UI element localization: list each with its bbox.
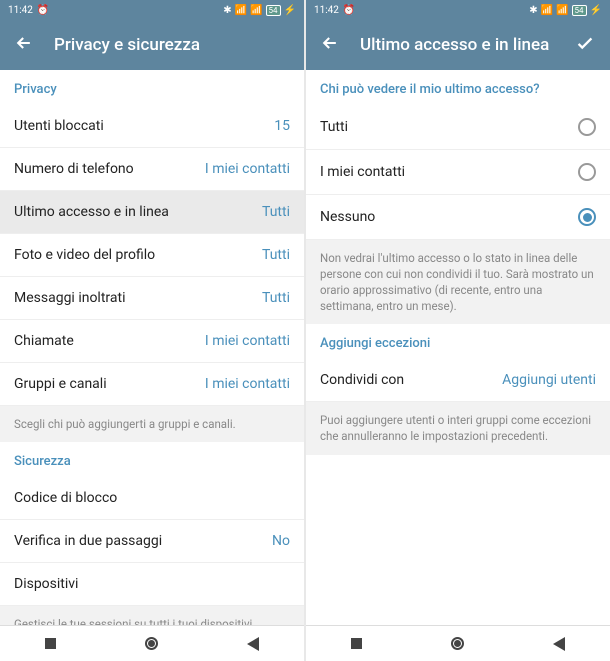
status-bar: 11:42 ⏰ ✱ 📶 📶 54 ⚡ — [0, 0, 304, 20]
label: Tutti — [320, 119, 348, 135]
nav-recent[interactable] — [41, 634, 61, 654]
nav-bar — [306, 625, 610, 661]
charging-icon: ⚡ — [284, 5, 296, 16]
row-profile-photo[interactable]: Foto e video del profilo Tutti — [0, 234, 304, 277]
label: Utenti bloccati — [14, 118, 104, 134]
battery-icon: 54 — [266, 5, 281, 16]
option-nobody[interactable]: Nessuno — [306, 195, 610, 240]
header: Ultimo accesso e in linea — [306, 20, 610, 70]
status-time: 11:42 — [8, 5, 33, 16]
label: Chiamate — [14, 333, 74, 349]
content: Privacy Utenti bloccati 15 Numero di tel… — [0, 70, 304, 625]
back-icon[interactable] — [14, 33, 34, 57]
groups-footer: Scegli chi può aggiungerti a gruppi e ca… — [0, 406, 304, 442]
nav-bar — [0, 625, 304, 661]
bluetooth-icon: ✱ — [223, 5, 231, 16]
row-last-seen[interactable]: Ultimo accesso e in linea Tutti — [0, 191, 304, 234]
section-exceptions: Aggiungi eccezioni — [306, 324, 610, 359]
section-privacy: Privacy — [0, 70, 304, 105]
signal-icon: 📶 — [235, 5, 247, 16]
value: I miei contatti — [205, 333, 290, 349]
label: Dispositivi — [14, 576, 78, 592]
label: Ultimo accesso e in linea — [14, 204, 169, 220]
value: 15 — [274, 118, 290, 134]
radio-icon — [578, 118, 596, 136]
exceptions-footer: Puoi aggiungere utenti o interi gruppi c… — [306, 402, 610, 454]
status-bar: 11:42 ⏰ ✱ 📶 📶 54 ⚡ — [306, 0, 610, 20]
nav-recent[interactable] — [347, 634, 367, 654]
battery-icon: 54 — [572, 5, 587, 16]
nav-home[interactable] — [142, 634, 162, 654]
row-phone-number[interactable]: Numero di telefono I miei contatti — [0, 148, 304, 191]
value: No — [272, 533, 290, 549]
label: Condividi con — [320, 372, 404, 388]
section-security: Sicurezza — [0, 442, 304, 477]
content: Chi può vedere il mio ultimo accesso? Tu… — [306, 70, 610, 625]
screen-privacy: 11:42 ⏰ ✱ 📶 📶 54 ⚡ Privacy e sicurezza P… — [0, 0, 304, 661]
label: Codice di blocco — [14, 490, 117, 506]
alarm-icon: ⏰ — [343, 5, 355, 16]
row-share-with[interactable]: Condividi con Aggiungi utenti — [306, 359, 610, 402]
header: Privacy e sicurezza — [0, 20, 304, 70]
row-devices[interactable]: Dispositivi — [0, 563, 304, 606]
label: Numero di telefono — [14, 161, 134, 177]
radio-icon — [578, 208, 596, 226]
row-passcode[interactable]: Codice di blocco — [0, 477, 304, 520]
value: Tutti — [262, 204, 290, 220]
value: I miei contatti — [205, 376, 290, 392]
nav-back[interactable] — [549, 634, 569, 654]
who-footer: Non vedrai l'ultimo accesso o lo stato i… — [306, 240, 610, 324]
sessions-footer: Gestisci le tue sessioni su tutti i tuoi… — [0, 606, 304, 625]
value: I miei contatti — [205, 161, 290, 177]
value: Tutti — [262, 247, 290, 263]
option-contacts[interactable]: I miei contatti — [306, 150, 610, 195]
charging-icon: ⚡ — [590, 5, 602, 16]
label: Messaggi inoltrati — [14, 290, 126, 306]
label: Verifica in due passaggi — [14, 533, 162, 549]
row-two-step[interactable]: Verifica in due passaggi No — [0, 520, 304, 563]
option-everybody[interactable]: Tutti — [306, 105, 610, 150]
status-time: 11:42 — [314, 5, 339, 16]
signal-icon: 📶 — [541, 5, 553, 16]
nav-back[interactable] — [243, 634, 263, 654]
back-icon[interactable] — [320, 33, 340, 57]
row-groups[interactable]: Gruppi e canali I miei contatti — [0, 363, 304, 406]
alarm-icon: ⏰ — [37, 5, 49, 16]
value: Aggiungi utenti — [502, 372, 596, 388]
label: Gruppi e canali — [14, 376, 107, 392]
label: Nessuno — [320, 209, 375, 225]
value: Tutti — [262, 290, 290, 306]
screen-last-seen: 11:42 ⏰ ✱ 📶 📶 54 ⚡ Ultimo accesso e in l… — [306, 0, 610, 661]
row-forwarded-messages[interactable]: Messaggi inoltrati Tutti — [0, 277, 304, 320]
row-blocked-users[interactable]: Utenti bloccati 15 — [0, 105, 304, 148]
radio-icon — [578, 163, 596, 181]
signal-icon: 📶 — [250, 5, 262, 16]
page-title: Ultimo accesso e in linea — [360, 35, 554, 55]
signal-icon: 📶 — [556, 5, 568, 16]
row-calls[interactable]: Chiamate I miei contatti — [0, 320, 304, 363]
bluetooth-icon: ✱ — [529, 5, 537, 16]
confirm-icon[interactable] — [574, 32, 596, 58]
page-title: Privacy e sicurezza — [54, 35, 290, 55]
nav-home[interactable] — [448, 634, 468, 654]
label: I miei contatti — [320, 164, 405, 180]
label: Foto e video del profilo — [14, 247, 155, 263]
section-who-can-see: Chi può vedere il mio ultimo accesso? — [306, 70, 610, 105]
